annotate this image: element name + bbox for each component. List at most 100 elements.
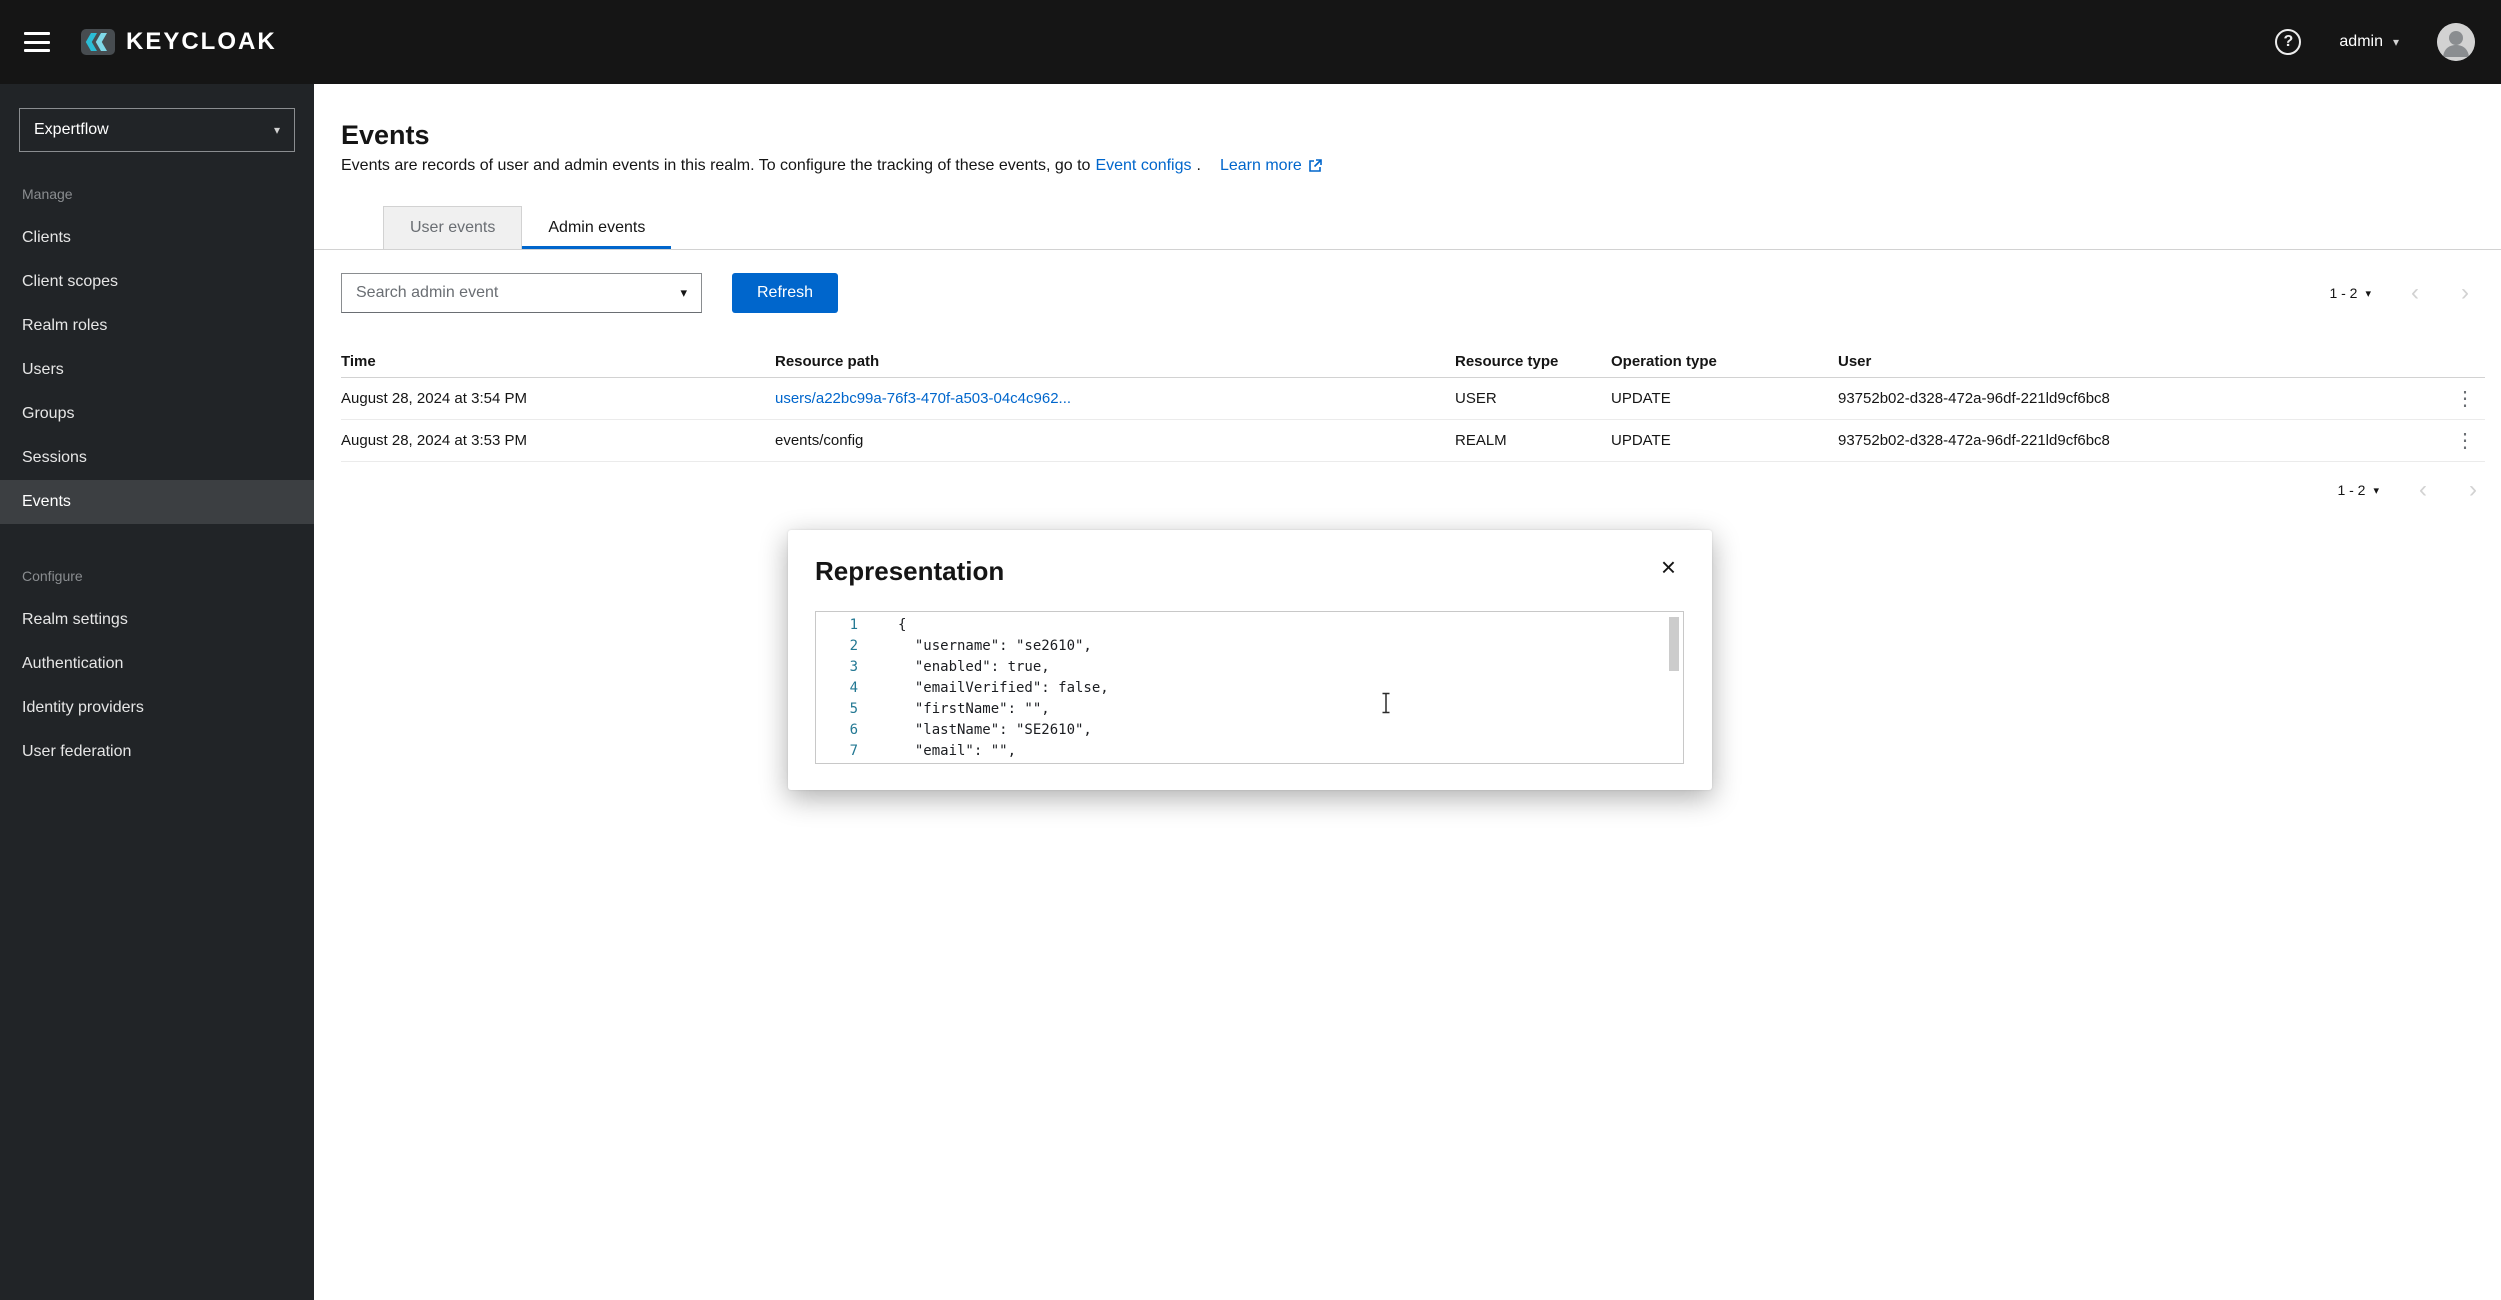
refresh-button[interactable]: Refresh — [732, 273, 838, 313]
code-text: "email": "", — [866, 741, 1016, 762]
resource-path-link[interactable]: users/a22bc99a-76f3-470f-a503-04c4c962..… — [775, 390, 1071, 407]
tabs: User events Admin events — [314, 206, 2501, 250]
cell-resource-path: events/config — [775, 432, 1455, 449]
pagination-range: 1 - 2 — [2329, 285, 2357, 301]
keycloak-admin-console: KEYCLOAK ? admin ▾ Expertflow ▾ Manage C… — [0, 0, 2501, 1300]
editor-scrollbar[interactable] — [1669, 617, 1679, 671]
line-number: 2 — [816, 636, 866, 657]
sidebar: Expertflow ▾ Manage Clients Client scope… — [0, 84, 314, 1300]
pagination-prev-icon[interactable]: ‹ — [2411, 478, 2435, 502]
column-header-user: User — [1838, 353, 2445, 370]
page-description-text: Events are records of user and admin eve… — [341, 156, 1090, 176]
sidebar-item-identity-providers[interactable]: Identity providers — [0, 686, 314, 730]
chevron-down-icon: ▾ — [680, 285, 687, 301]
pagination-next-icon[interactable]: › — [2461, 478, 2485, 502]
modal-title: Representation — [815, 556, 1004, 586]
code-line: 4 "emailVerified": false, — [816, 678, 1683, 699]
cell-resource-type: USER — [1455, 390, 1611, 407]
pagination-prev-icon[interactable]: ‹ — [2403, 281, 2427, 305]
masthead: KEYCLOAK ? admin ▾ — [0, 0, 2501, 84]
cell-user: 93752b02-d328-472a-96df-221ld9cf6bc8 — [1838, 432, 2445, 449]
learn-more-link[interactable]: Learn more — [1220, 156, 1322, 176]
event-configs-link[interactable]: Event configs — [1095, 156, 1191, 176]
page-title: Events — [341, 120, 2474, 150]
pagination-top: 1 - 2 ▾ ‹ › — [2329, 281, 2477, 305]
cell-operation-type: UPDATE — [1611, 390, 1838, 407]
row-kebab-menu-icon[interactable]: ⋮ — [2445, 385, 2485, 413]
line-number: 7 — [816, 741, 866, 762]
pagination-bottom-wrap: 1 - 2 ▾ ‹ › — [314, 478, 2485, 502]
chevron-down-icon: ▾ — [2393, 35, 2399, 49]
column-header-operation-type: Operation type — [1611, 353, 1838, 370]
column-header-resource-type: Resource type — [1455, 353, 1611, 370]
column-header-time: Time — [341, 353, 775, 370]
line-number: 5 — [816, 699, 866, 720]
tab-admin-events[interactable]: Admin events — [522, 206, 671, 249]
table-row: August 28, 2024 at 3:54 PM users/a22bc99… — [341, 378, 2485, 420]
brand: KEYCLOAK — [80, 25, 277, 59]
row-kebab-menu-icon[interactable]: ⋮ — [2445, 427, 2485, 455]
code-line: 3 "enabled": true, — [816, 657, 1683, 678]
line-number: 3 — [816, 657, 866, 678]
code-line: 2 "username": "se2610", — [816, 636, 1683, 657]
sidebar-item-authentication[interactable]: Authentication — [0, 642, 314, 686]
chevron-down-icon: ▾ — [274, 123, 280, 137]
cell-user: 93752b02-d328-472a-96df-221ld9cf6bc8 — [1838, 390, 2445, 407]
code-text: { — [866, 615, 906, 636]
avatar[interactable] — [2437, 23, 2475, 61]
sidebar-item-realm-settings[interactable]: Realm settings — [0, 598, 314, 642]
code-line: 7 "email": "", — [816, 741, 1683, 762]
cell-operation-type: UPDATE — [1611, 432, 1838, 449]
modal-header: Representation × — [788, 530, 1712, 586]
sidebar-item-groups[interactable]: Groups — [0, 392, 314, 436]
realm-selector[interactable]: Expertflow ▾ — [19, 108, 295, 152]
sidebar-section-configure: Configure — [22, 568, 314, 584]
representation-code-editor[interactable]: 1{ 2 "username": "se2610", 3 "enabled": … — [815, 611, 1684, 764]
cell-resource-type: REALM — [1455, 432, 1611, 449]
search-admin-event-select[interactable]: Search admin event ▾ — [341, 273, 702, 313]
representation-modal: Representation × 1{ 2 "username": "se261… — [788, 530, 1712, 790]
code-text: "emailVerified": false, — [866, 678, 1109, 699]
external-link-icon — [1308, 159, 1322, 173]
sidebar-item-realm-roles[interactable]: Realm roles — [0, 304, 314, 348]
code-text: "lastName": "SE2610", — [866, 720, 1092, 741]
close-icon[interactable]: × — [1661, 556, 1676, 578]
column-header-resource-path: Resource path — [775, 353, 1455, 370]
sidebar-item-users[interactable]: Users — [0, 348, 314, 392]
line-number: 4 — [816, 678, 866, 699]
description-period: . — [1197, 156, 1201, 176]
pagination-bottom: 1 - 2 ▾ ‹ › — [2337, 478, 2485, 502]
sidebar-item-user-federation[interactable]: User federation — [0, 730, 314, 774]
keycloak-logo-icon — [80, 25, 116, 59]
nav-toggle-icon[interactable] — [24, 32, 50, 52]
page-header: Events Events are records of user and ad… — [314, 84, 2501, 176]
sidebar-item-sessions[interactable]: Sessions — [0, 436, 314, 480]
admin-events-table: Time Resource path Resource type Operati… — [341, 346, 2485, 462]
cell-time: August 28, 2024 at 3:54 PM — [341, 390, 775, 407]
realm-selector-value: Expertflow — [34, 121, 109, 139]
tab-user-events[interactable]: User events — [383, 206, 522, 249]
code-text: "firstName": "", — [866, 699, 1050, 720]
pagination-next-icon[interactable]: › — [2453, 281, 2477, 305]
sidebar-section-manage: Manage — [22, 186, 314, 202]
help-icon[interactable]: ? — [2275, 29, 2301, 55]
brand-text: KEYCLOAK — [126, 28, 277, 56]
sidebar-item-client-scopes[interactable]: Client scopes — [0, 260, 314, 304]
cell-time: August 28, 2024 at 3:53 PM — [341, 432, 775, 449]
line-number: 1 — [816, 615, 866, 636]
pagination-range-toggle[interactable]: 1 - 2 ▾ — [2329, 285, 2371, 301]
sidebar-item-clients[interactable]: Clients — [0, 216, 314, 260]
chevron-down-icon: ▾ — [2373, 484, 2379, 497]
toolbar: Search admin event ▾ Refresh 1 - 2 ▾ ‹ › — [341, 273, 2477, 313]
pagination-range: 1 - 2 — [2337, 482, 2365, 498]
search-placeholder: Search admin event — [356, 284, 498, 302]
code-text: "username": "se2610", — [866, 636, 1092, 657]
sidebar-item-events[interactable]: Events — [0, 480, 314, 524]
user-menu-label: admin — [2339, 33, 2383, 51]
code-line: 6 "lastName": "SE2610", — [816, 720, 1683, 741]
pagination-range-toggle[interactable]: 1 - 2 ▾ — [2337, 482, 2379, 498]
masthead-right: ? admin ▾ — [2275, 23, 2475, 61]
text-cursor-icon — [1380, 692, 1392, 714]
user-menu[interactable]: admin ▾ — [2339, 33, 2399, 51]
learn-more-label: Learn more — [1220, 156, 1302, 176]
